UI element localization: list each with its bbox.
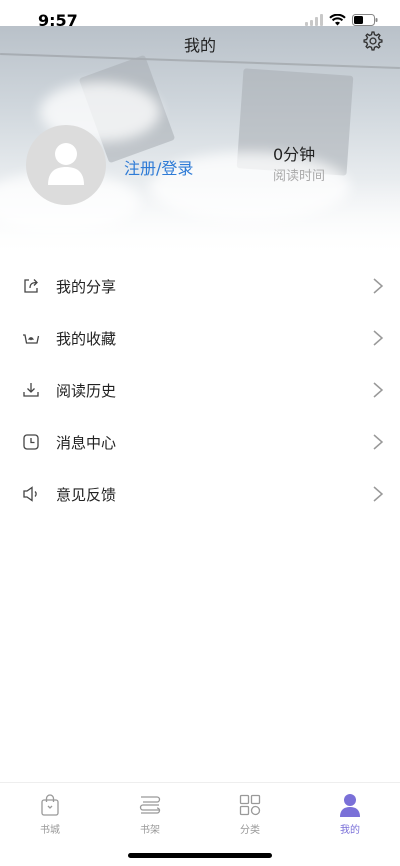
basket-icon [22,329,40,347]
tab-bookshelf[interactable]: 书架 [100,793,200,841]
clock-icon [22,433,40,451]
gear-icon [362,31,384,56]
menu-item-label: 我的分享 [56,277,117,296]
settings-button[interactable] [362,30,384,52]
menu-item-my-favorites[interactable]: 我的收藏 [0,312,400,364]
status-time: 9:57 [38,11,78,30]
speaker-icon [22,485,40,503]
share-icon [22,277,40,295]
bookshelf-icon [138,793,162,817]
tab-label: 书架 [140,825,160,836]
tab-mine[interactable]: 我的 [300,793,400,841]
signal-icon [305,14,323,26]
chevron-right-icon [372,485,384,503]
chevron-right-icon [372,381,384,399]
screen: 9:57 我的 注册/登录 0分钟 阅读时间 我的分享 我的收藏 阅读历史 消息… [0,0,400,866]
page-title: 我的 [183,36,216,55]
chevron-right-icon [372,329,384,347]
menu-item-my-shares[interactable]: 我的分享 [0,260,400,312]
menu-list: 我的分享 我的收藏 阅读历史 消息中心 意见反馈 [0,260,400,520]
chevron-right-icon [372,433,384,451]
grid-icon [238,793,262,817]
menu-item-message-center[interactable]: 消息中心 [0,416,400,468]
shopping-bag-icon [38,793,62,817]
status-bar: 9:57 [0,0,400,30]
menu-item-feedback[interactable]: 意见反馈 [0,468,400,520]
tab-bookstore[interactable]: 书城 [0,793,100,841]
menu-item-label: 阅读历史 [56,381,117,400]
menu-item-label: 我的收藏 [56,329,117,348]
user-avatar-icon [46,141,86,189]
tab-category[interactable]: 分类 [200,793,300,841]
tab-bar: 书城 书架 分类 我的 [0,782,400,866]
status-icons [305,14,378,26]
reading-time-value: 0分钟 [273,145,316,164]
register-login-link[interactable]: 注册/登录 [124,155,193,179]
avatar[interactable] [26,125,106,205]
tab-label: 我的 [340,825,360,836]
reading-time-label: 阅读时间 [273,169,326,184]
download-icon [22,381,40,399]
menu-item-label: 意见反馈 [56,485,117,504]
tab-label: 分类 [240,825,260,836]
chevron-right-icon [372,277,384,295]
battery-icon [352,14,378,26]
home-indicator [128,853,272,858]
menu-item-reading-history[interactable]: 阅读历史 [0,364,400,416]
menu-item-label: 消息中心 [56,433,117,452]
reading-time-block: 0分钟 阅读时间 [273,145,325,185]
user-icon [338,793,362,817]
wifi-icon [329,14,346,26]
tab-label: 书城 [40,825,60,836]
